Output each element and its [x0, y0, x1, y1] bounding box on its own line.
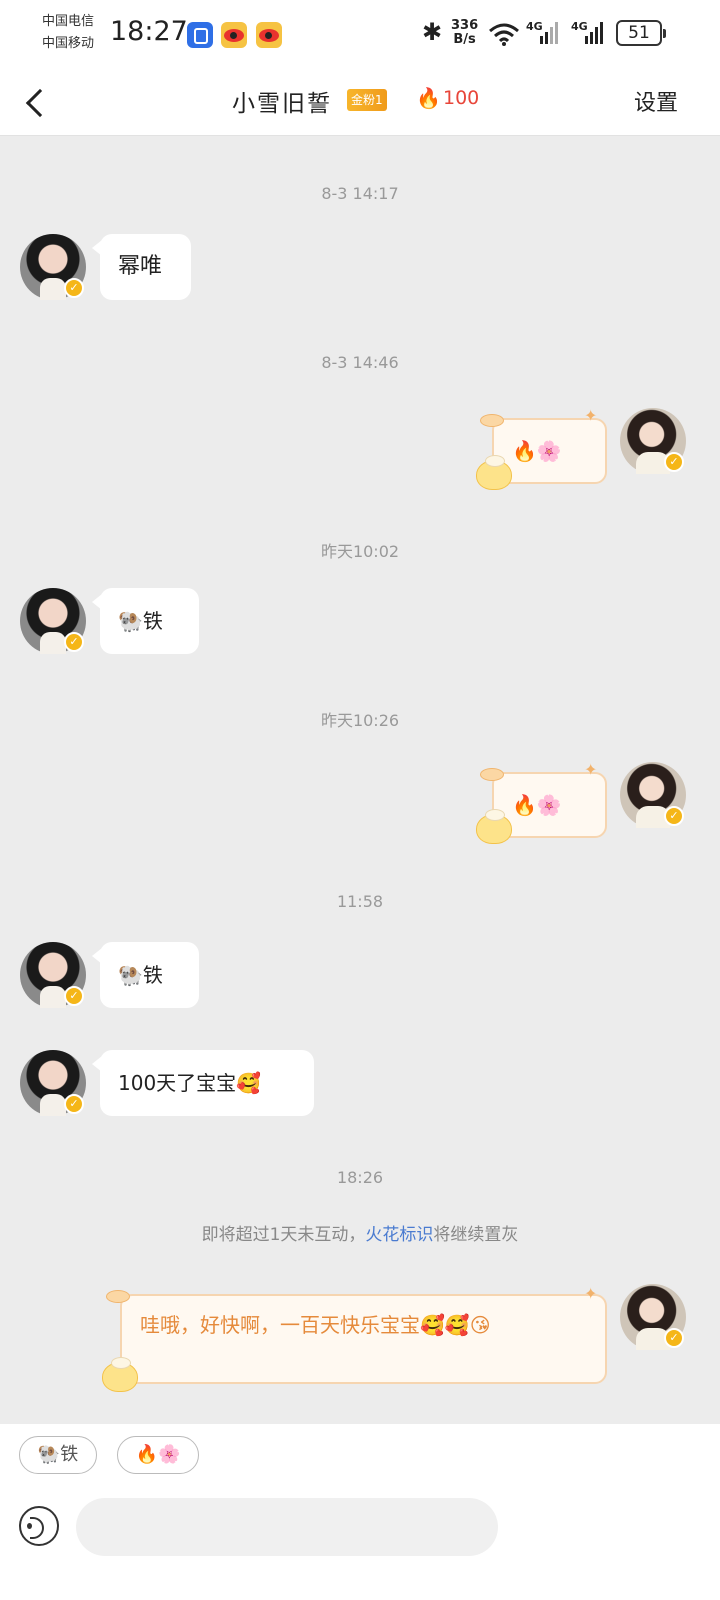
weibo-notification-icon: [221, 22, 247, 48]
back-arrow-icon[interactable]: [20, 82, 56, 122]
message-bubble[interactable]: 🐏铁: [92, 588, 199, 654]
message-input[interactable]: [76, 1498, 498, 1556]
verified-badge-icon: ✓: [64, 1094, 84, 1114]
network-speed: 336 B/s: [451, 19, 478, 47]
quick-reply-chip[interactable]: 🐏铁: [19, 1436, 97, 1474]
verified-badge-icon: ✓: [664, 806, 684, 826]
verified-badge-icon: ✓: [664, 452, 684, 472]
battery-indicator: 51: [616, 20, 666, 46]
cellular-signal-icon: 4G: [526, 20, 564, 46]
message-bubble[interactable]: 哇哦，好快啊，一百天快乐宝宝🥰🥰😘: [120, 1294, 607, 1384]
verified-badge-icon: ✓: [664, 1328, 684, 1348]
bluetooth-icon: ✱: [422, 18, 443, 46]
bubble-decoration-icon: [476, 455, 512, 490]
streak-warning-notice: 即将超过1天未互动，火花标识将继续置灰: [0, 1220, 720, 1245]
weibo-notification-icon: [256, 22, 282, 48]
bubble-decoration-icon: [480, 414, 504, 427]
sparkle-icon: ✦: [584, 1284, 598, 1303]
wifi-icon: [489, 23, 519, 46]
bubble-decoration-icon: [106, 1290, 130, 1303]
message-timestamp: 8-3 14:17: [321, 184, 399, 203]
message-timestamp: 8-3 14:46: [321, 353, 399, 372]
network-speed-unit: B/s: [453, 32, 476, 47]
fire-streak-icon: 🔥: [416, 86, 441, 110]
fire-streak-count: 100: [443, 87, 480, 109]
app-notification-icon: [187, 22, 213, 48]
network-speed-value: 336: [451, 18, 479, 33]
message-timestamp: 11:58: [336, 892, 384, 911]
quick-reply-chip[interactable]: 🔥🌸: [117, 1436, 199, 1474]
message-bubble[interactable]: 幂唯: [92, 234, 191, 300]
chat-title[interactable]: 小雪旧誓: [232, 84, 332, 118]
carrier-name-2: 中国移动: [42, 36, 95, 51]
message-timestamp: 昨天10:26: [320, 711, 400, 730]
cellular-signal-icon: 4G: [571, 20, 609, 46]
voice-input-icon[interactable]: [19, 1506, 59, 1546]
verified-badge-icon: ✓: [64, 632, 84, 652]
verified-badge-icon: ✓: [64, 986, 84, 1006]
streak-warning-text: 将继续置灰: [433, 1225, 519, 1245]
sparkle-icon: ✦: [584, 406, 598, 425]
message-bubble[interactable]: 100天了宝宝🥰: [92, 1050, 314, 1116]
sparkle-icon: ✦: [584, 760, 598, 779]
status-time: 18:27: [110, 16, 188, 47]
composer-area: 🐏铁 🔥🌸: [0, 1424, 720, 1600]
carrier-name-1: 中国电信: [42, 14, 95, 29]
status-bar: 中国电信 中国移动 18:27 ✱ 336 B/s 4G 4G 51: [0, 0, 720, 70]
bubble-decoration-icon: [102, 1357, 138, 1392]
fire-badge-link[interactable]: 火花标识: [365, 1225, 433, 1245]
streak-warning-text: 即将超过1天未互动，: [201, 1225, 366, 1245]
message-bubble[interactable]: 🐏铁: [92, 942, 199, 1008]
bubble-decoration-icon: [476, 809, 512, 844]
message-timestamp: 昨天10:02: [320, 542, 400, 561]
bubble-decoration-icon: [480, 768, 504, 781]
verified-badge-icon: ✓: [64, 278, 84, 298]
chat-header: 小雪旧誓 金粉1 🔥 100 设置: [0, 70, 720, 136]
message-timestamp: 18:26: [336, 1168, 384, 1187]
fan-level-badge[interactable]: 金粉1: [347, 89, 387, 111]
settings-button[interactable]: 设置: [634, 85, 678, 117]
